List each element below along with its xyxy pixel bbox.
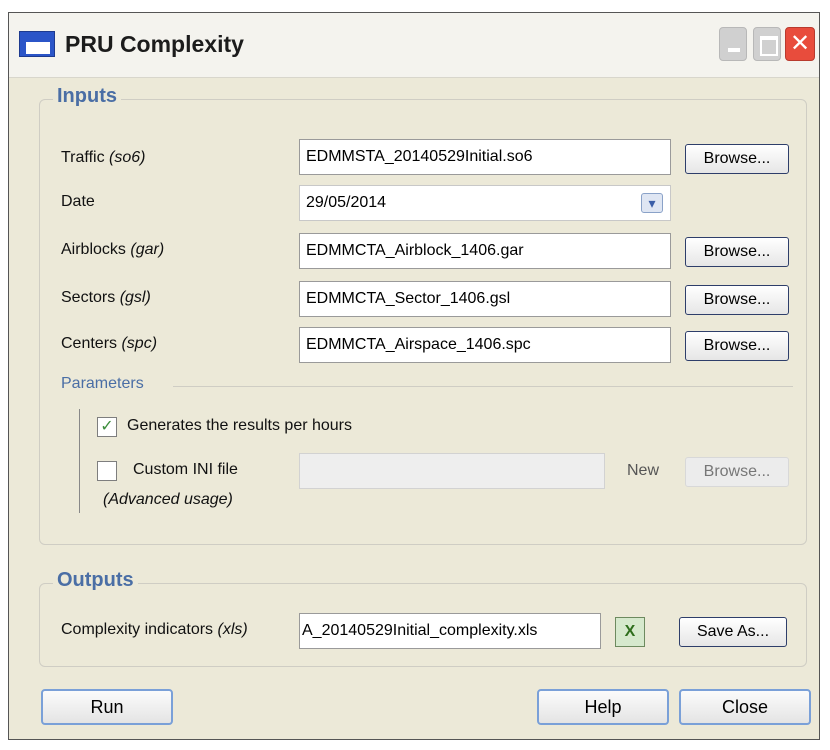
airblocks-browse-button[interactable]: Browse... [685,237,789,267]
airblocks-label: Airblocks (gar) [61,241,164,259]
centers-file-field[interactable]: EDMMCTA_Airspace_1406.spc [299,327,671,363]
excel-icon[interactable]: X [615,617,645,647]
per-hours-checkbox[interactable]: ✓ [97,417,117,437]
traffic-label-text: Traffic [61,149,110,166]
airblocks-label-hint: (gar) [130,241,165,258]
airblocks-file-field[interactable]: EDMMCTA_Airblock_1406.gar [299,233,671,269]
close-button[interactable]: Close [679,689,811,725]
complexity-label-hint: (xls) [217,621,248,638]
airblocks-label-text: Airblocks [61,241,131,258]
custom-ini-checkbox[interactable] [97,461,117,481]
title-bar[interactable]: PRU Complexity ✕ [9,13,819,78]
sectors-file-field[interactable]: EDMMCTA_Sector_1406.gsl [299,281,671,317]
date-field[interactable]: 29/05/2014 [299,185,671,221]
traffic-browse-button[interactable]: Browse... [685,144,789,174]
traffic-file-field[interactable]: EDMMSTA_20140529Initial.so6 [299,139,671,175]
help-button[interactable]: Help [537,689,669,725]
parameters-divider [173,386,793,387]
centers-label: Centers (spc) [61,335,157,353]
sectors-browse-button[interactable]: Browse... [685,285,789,315]
parameters-indent-line [79,409,80,513]
pru-complexity-window: PRU Complexity ✕ Inputs Traffic (so6) ED… [8,12,820,740]
minimize-button[interactable] [719,27,747,61]
centers-label-hint: (spc) [121,335,158,352]
centers-label-text: Centers [61,335,122,352]
outputs-group-title: Outputs [53,569,138,592]
sectors-label: Sectors (gsl) [61,289,151,307]
date-label: Date [61,193,95,210]
custom-ini-label: Custom INI file [133,461,238,478]
per-hours-label: Generates the results per hours [127,417,353,434]
sectors-label-hint: (gsl) [119,289,151,306]
centers-browse-button[interactable]: Browse... [685,331,789,361]
maximize-button[interactable] [753,27,781,61]
close-window-button[interactable]: ✕ [785,27,815,61]
complexity-output-field[interactable]: A_20140529Initial_complexity.xls [299,613,601,649]
sectors-label-text: Sectors [61,289,120,306]
custom-ini-sublabel: (Advanced usage) [103,491,233,509]
save-as-button[interactable]: Save As... [679,617,787,647]
custom-ini-browse-button[interactable]: Browse... [685,457,789,487]
complexity-label-text: Complexity indicators [61,621,218,638]
traffic-label-hint: (so6) [109,149,146,166]
date-dropdown-arrow-icon[interactable]: ▾ [641,193,663,213]
app-window-icon [19,31,55,57]
custom-ini-new-button[interactable]: New [615,457,671,487]
parameters-title: Parameters [61,375,144,392]
custom-ini-field[interactable] [299,453,605,489]
run-button[interactable]: Run [41,689,173,725]
window-title: PRU Complexity [65,31,244,57]
inputs-group-title: Inputs [53,85,121,108]
complexity-label: Complexity indicators (xls) [61,621,248,639]
traffic-label: Traffic (so6) [61,149,145,167]
custom-ini-sublabel-text: (Advanced usage) [103,491,233,508]
